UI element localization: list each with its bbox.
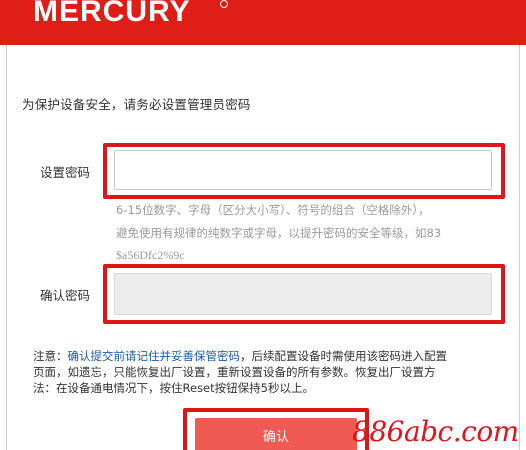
- password-label: 设置密码: [40, 165, 91, 180]
- password-hint-line-3: $a56Dfc2%9c: [116, 248, 185, 262]
- confirm-button[interactable]: 确认: [195, 418, 357, 450]
- header-bar: MERCURY: [0, 0, 526, 45]
- confirm-password-label: 确认密码: [40, 288, 91, 303]
- registered-mark-icon: [220, 0, 228, 8]
- note-line-2: 页面，如遗忘，只能恢复出厂设置，重新设置设备的所有参数。恢复出厂设置方: [33, 365, 436, 379]
- password-hint-line-2: 避免使用有规律的纯数字或字母，以提升密码的安全等级，如83: [116, 226, 442, 240]
- note-line-1: 注意：确认提交前请记住并妥善保管密码，后续配置设备时需使用该密码进入配置: [33, 348, 447, 364]
- intro-text: 为保护设备安全，请务必设置管理员密码: [22, 97, 251, 112]
- password-hint-line-1: 6-15位数字、字母（区分大小写）、符号的组合（空格除外），: [116, 203, 430, 217]
- router-setup-page: MERCURY 为保护设备安全，请务必设置管理员密码 设置密码 6-15位数字、…: [0, 0, 526, 450]
- note-line-1-rest: ，后续配置设备时需使用该密码进入配置: [240, 349, 447, 363]
- confirm-password-input[interactable]: [114, 273, 492, 315]
- note-link: 确认提交前请记住并妥善保管密码: [67, 349, 241, 363]
- note-line-3: 法：在设备通电情况下，按住Reset按钮保持5秒以上。: [33, 381, 314, 395]
- brand-logo: MERCURY: [33, 0, 191, 28]
- note-prefix: 注意：: [33, 349, 68, 363]
- password-input[interactable]: [114, 150, 492, 190]
- site-watermark: 886abc.com: [352, 415, 519, 448]
